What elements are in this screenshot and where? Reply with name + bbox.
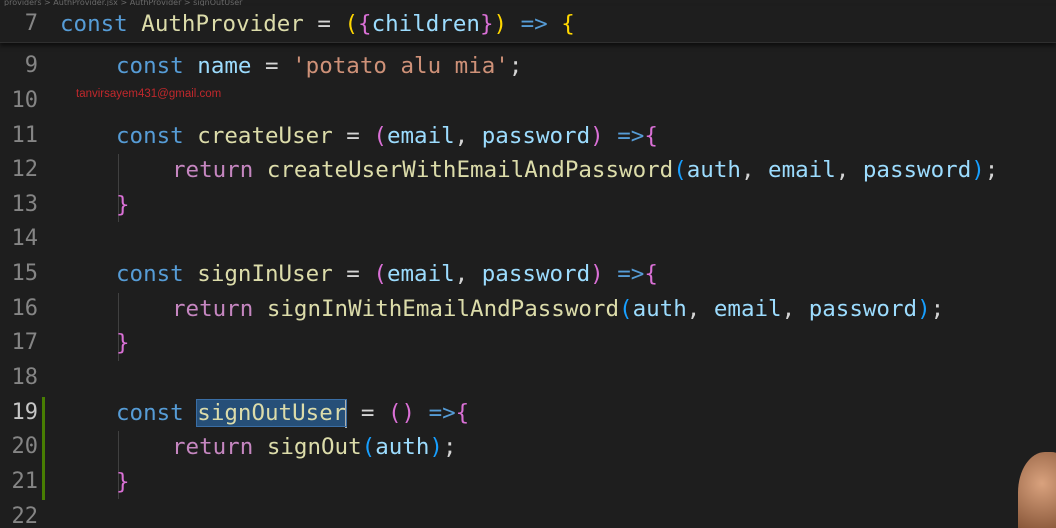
code-text[interactable]: } [116, 188, 130, 222]
line-number-21: 21 [11, 469, 39, 494]
code-editor[interactable]: providers > AuthProvider.jsx > AuthProvi… [0, 0, 1056, 528]
code-line-9[interactable]: 9 const name = 'potato alu mia'; [0, 49, 1056, 83]
text-cursor [345, 399, 348, 428]
code-line-17[interactable]: 17 } [0, 326, 1056, 360]
line-number-11: 11 [11, 123, 39, 148]
selected-text[interactable]: signOutUser [196, 399, 348, 427]
line-number-7: 7 [24, 11, 38, 36]
line-number-16: 16 [11, 296, 39, 321]
line-number-9: 9 [24, 53, 38, 78]
code-line-11[interactable]: 11 const createUser = (email, password) … [0, 119, 1056, 153]
code-text[interactable]: } [116, 465, 130, 499]
line-number-13: 13 [11, 192, 39, 217]
sticky-scroll-header[interactable]: 7 const AuthProvider = ({children}) => { [0, 6, 1056, 43]
code-line-21[interactable]: 21 } [0, 465, 1056, 499]
code-text[interactable]: return signOut(auth); [172, 430, 456, 464]
code-line-15[interactable]: 15 const signInUser = (email, password) … [0, 257, 1056, 291]
code-line-20[interactable]: 20 return signOut(auth); [0, 430, 1056, 464]
code-text[interactable]: const name = 'potato alu mia'; [116, 49, 522, 83]
sticky-code-line-7[interactable]: const AuthProvider = ({children}) => { [60, 7, 575, 41]
code-text[interactable]: return signInWithEmailAndPassword(auth, … [172, 292, 944, 326]
code-text[interactable]: const createUser = (email, password) =>{ [116, 119, 658, 153]
line-number-14: 14 [11, 226, 39, 251]
line-number-20: 20 [11, 434, 39, 459]
code-line-14[interactable]: 14 [0, 222, 1056, 256]
line-number-12: 12 [11, 157, 39, 182]
code-text[interactable]: const signInUser = (email, password) =>{ [116, 257, 658, 291]
code-line-19[interactable]: 19 const signOutUser = () =>{ [0, 396, 1056, 430]
line-number-18: 18 [11, 365, 39, 390]
line-number-10: 10 [11, 88, 39, 113]
code-line-16[interactable]: 16 return signInWithEmailAndPassword(aut… [0, 292, 1056, 326]
code-line-22[interactable]: 22 [0, 500, 1056, 528]
line-number-15: 15 [11, 261, 39, 286]
watermark-email: tanvirsayem431@gmail.com [76, 88, 222, 100]
code-text[interactable]: } [116, 326, 130, 360]
code-text[interactable]: return createUserWithEmailAndPassword(au… [172, 153, 998, 187]
code-line-13[interactable]: 13 } [0, 188, 1056, 222]
code-text[interactable]: const signOutUser = () =>{ [116, 396, 469, 430]
line-number-22: 22 [11, 504, 39, 528]
code-line-12[interactable]: 12 return createUserWithEmailAndPassword… [0, 153, 1056, 187]
code-line-18[interactable]: 18 [0, 361, 1056, 395]
line-number-17: 17 [11, 330, 39, 355]
line-number-19: 19 [11, 400, 39, 425]
